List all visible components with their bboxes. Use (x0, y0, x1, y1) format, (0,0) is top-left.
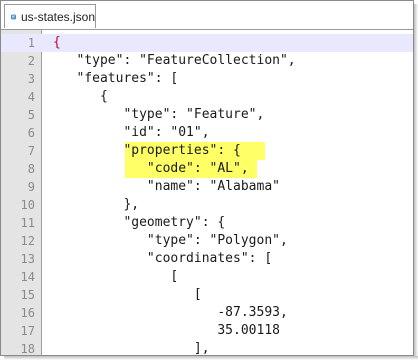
line-text: { (53, 35, 61, 50)
line-text: 35.00118 (53, 323, 280, 338)
window-shadow-right (414, 4, 418, 356)
line-number: 14 (20, 270, 35, 284)
json-file-icon (11, 14, 16, 19)
code-line[interactable]: 3 "features": [ (1, 70, 413, 88)
line-number: 8 (27, 162, 35, 176)
code-line[interactable]: 10 }, (1, 196, 413, 214)
line-text: "type": "Feature", (53, 107, 265, 122)
line-number: 3 (27, 72, 35, 86)
line-number: 18 (20, 342, 35, 355)
code-line[interactable]: 8 "code": "AL", (1, 160, 413, 178)
line-number: 12 (20, 234, 35, 248)
line-text: "type": "Polygon", (53, 233, 288, 248)
line-text: -87.3593, (53, 305, 288, 320)
code-line[interactable]: 5 "type": "Feature", (1, 106, 413, 124)
line-text: ], (53, 341, 210, 355)
code-editor[interactable]: 1{2 "type": "FeatureCollection", 3 "featu… (1, 30, 413, 355)
line-text: "id": "01", (53, 125, 210, 140)
line-text: { (53, 89, 108, 104)
line-number: 13 (20, 252, 35, 266)
line-text: [ (53, 269, 179, 284)
line-number: 16 (20, 306, 35, 320)
line-text: "type": "FeatureCollection", (53, 53, 296, 68)
code-line[interactable]: 13 "coordinates": [ (1, 250, 413, 268)
code-line[interactable]: 14 [ (1, 268, 413, 286)
tab-bar: us-states.json (1, 1, 413, 30)
line-text: }, (53, 197, 140, 212)
line-text: "code": "AL", (53, 161, 249, 176)
line-number: 11 (20, 216, 35, 230)
code-line[interactable]: 7 "properties": { (1, 142, 413, 160)
line-number: 7 (27, 144, 35, 158)
line-text: "name": "Alabama" (53, 179, 280, 194)
code-line[interactable]: 16 -87.3593, (1, 304, 413, 322)
line-number: 10 (20, 198, 35, 212)
tab-us-states-json[interactable]: us-states.json (4, 4, 96, 28)
line-number: 5 (27, 108, 35, 122)
code-line[interactable]: 17 35.00118 (1, 322, 413, 340)
line-number: 1 (27, 36, 35, 50)
line-text: "geometry": { (53, 215, 226, 230)
code-line[interactable]: 6 "id": "01", (1, 124, 413, 142)
line-text: "coordinates": [ (53, 251, 273, 266)
line-number: 2 (27, 54, 35, 68)
code-line[interactable]: 18 ], (1, 340, 413, 355)
code-line[interactable]: 12 "type": "Polygon", (1, 232, 413, 250)
line-number: 4 (27, 90, 35, 104)
line-text: "features": [ (53, 71, 179, 86)
code-line[interactable]: 4 { (1, 88, 413, 106)
line-text: [ (53, 287, 202, 302)
window-shadow-bottom (4, 356, 418, 360)
code-line[interactable]: 9 "name": "Alabama" (1, 178, 413, 196)
editor-window: us-states.json 1{2 "type": "FeatureColle… (0, 0, 414, 356)
line-text: "properties": { (53, 143, 241, 158)
code-line[interactable]: 15 [ (1, 286, 413, 304)
tab-label: us-states.json (20, 9, 95, 24)
code-line[interactable]: 2 "type": "FeatureCollection", (1, 52, 413, 70)
line-number: 17 (20, 324, 35, 338)
line-number: 15 (20, 288, 35, 302)
code-line[interactable]: 11 "geometry": { (1, 214, 413, 232)
line-number: 6 (27, 126, 35, 140)
code-line[interactable]: 1{ (1, 34, 413, 52)
line-number: 9 (27, 180, 35, 194)
